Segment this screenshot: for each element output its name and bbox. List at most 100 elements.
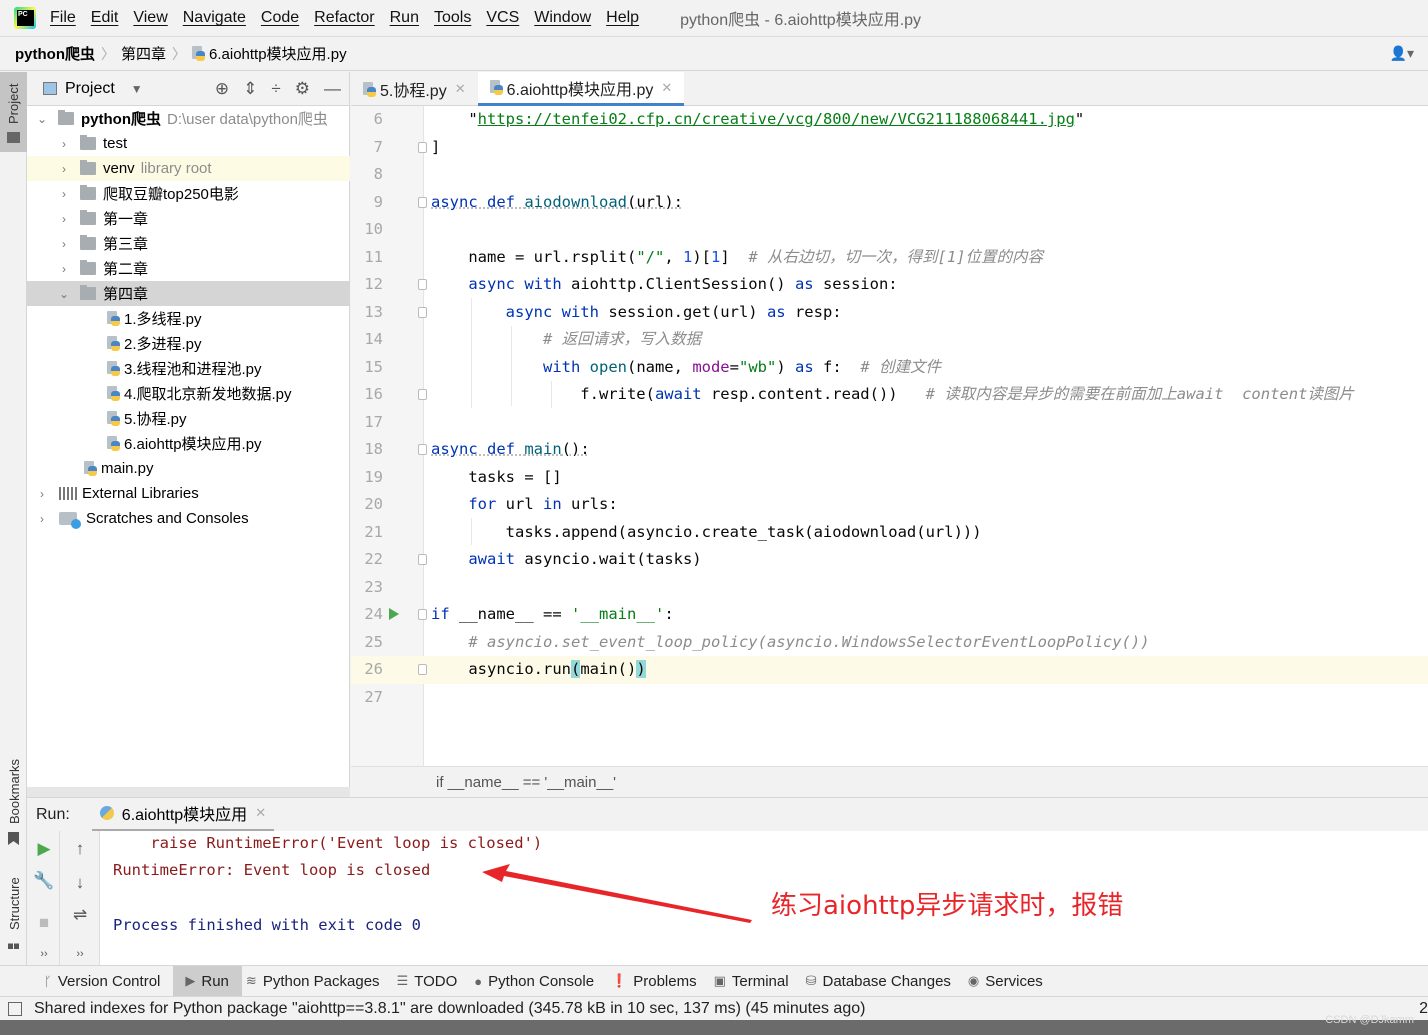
menu-vcs[interactable]: VCS — [486, 9, 519, 27]
run-tab-label: 6.aiohttp模块应用 — [121, 807, 248, 824]
hide-panel-icon[interactable]: — — [324, 79, 341, 99]
expand-all-icon[interactable]: ⇕ — [243, 79, 257, 99]
tree-file[interactable]: 5.协程.py — [27, 406, 350, 431]
code-editor[interactable]: 6 "https://tenfei02.cfp.cn/creative/vcg/… — [351, 106, 1428, 766]
tree-folder-chapter2[interactable]: › 第二章 — [27, 256, 350, 281]
menu-navigate[interactable]: Navigate — [183, 9, 246, 27]
locate-file-icon[interactable]: ⊕ — [215, 79, 229, 99]
tool-python-console[interactable]: ● Python Console — [470, 966, 607, 997]
menu-file[interactable]: File — [50, 9, 76, 27]
stripe-bookmarks-label[interactable]: Bookmarks — [7, 759, 22, 824]
tree-file[interactable]: 6.aiohttp模块应用.py — [27, 431, 350, 456]
python-file-icon — [107, 361, 120, 376]
gear-icon[interactable]: ⚙ — [295, 79, 310, 99]
project-header: Project ▼ ⊕ ⇕ ÷ ⚙ — — [27, 72, 349, 106]
menu-window[interactable]: Window — [534, 9, 591, 27]
tool-python-packages[interactable]: ≋ Python Packages — [242, 966, 393, 997]
code-line: 18 async def main(): — [364, 440, 590, 458]
wrench-icon[interactable]: 🔧 — [32, 869, 56, 893]
breadcrumb-folder[interactable]: 第四章 — [121, 43, 166, 64]
tree-file[interactable]: 4.爬取北京新发地数据.py — [27, 381, 350, 406]
chevron-right-icon[interactable]: › — [58, 137, 70, 151]
chevron-right-icon[interactable]: › — [58, 212, 70, 226]
run-gutter-icon[interactable] — [389, 608, 399, 620]
tab-6-aiohttp[interactable]: 6.aiohttp模块应用.py ✕ — [477, 72, 685, 106]
menu-help[interactable]: Help — [606, 9, 639, 27]
soft-wrap-icon[interactable]: ⇌ — [68, 903, 92, 927]
tool-database-changes[interactable]: ⛁ Database Changes — [802, 966, 964, 997]
python-file-icon — [107, 386, 120, 401]
tree-file[interactable]: 1.多线程.py — [27, 306, 350, 331]
chevron-right-icon[interactable]: › — [58, 187, 70, 201]
chevron-right-icon[interactable]: › — [58, 237, 70, 251]
run-label: Run: — [36, 805, 70, 823]
tree-folder-test[interactable]: › test — [27, 131, 350, 156]
python-file-icon — [107, 436, 120, 451]
tool-terminal[interactable]: ▣ Terminal — [710, 966, 802, 997]
horizontal-scrollbar[interactable] — [27, 787, 350, 797]
tool-version-control[interactable]: ᚴ Version Control — [40, 966, 173, 997]
tool-services[interactable]: ◉ Services — [964, 966, 1056, 997]
menu-refactor[interactable]: Refactor — [314, 9, 374, 27]
dropdown-arrow-icon[interactable]: ▼ — [131, 82, 143, 96]
stop-icon[interactable]: ■ — [32, 911, 56, 935]
code-line: 13 async with session.get(url) as resp: — [364, 302, 842, 321]
close-icon[interactable]: ✕ — [255, 805, 266, 821]
tree-folder-douban[interactable]: › 爬取豆瓣top250电影 — [27, 181, 350, 206]
tool-window-bar: ᚴ Version Control ▶ Run ≋ Python Packages ☰… — [0, 965, 1428, 997]
menu-run[interactable]: Run — [390, 9, 419, 27]
status-message[interactable]: Shared indexes for Python package "aioht… — [34, 1000, 865, 1018]
project-view-selector[interactable]: Project — [65, 80, 115, 98]
close-icon[interactable]: ✕ — [661, 80, 672, 96]
rerun-icon[interactable]: ▶ — [32, 837, 56, 861]
tree-folder-chapter1[interactable]: › 第一章 — [27, 206, 350, 231]
arrow-up-icon[interactable]: ↑ — [68, 837, 92, 861]
stripe-structure-label[interactable]: Structure — [7, 877, 22, 930]
breadcrumb-project[interactable]: python爬虫 — [15, 43, 95, 64]
python-file-icon — [489, 80, 503, 95]
tree-file-main[interactable]: main.py — [27, 456, 350, 481]
chevron-down-icon[interactable]: ⌄ — [36, 112, 48, 126]
tree-external-libraries[interactable]: › External Libraries — [27, 481, 350, 506]
menu-code[interactable]: Code — [261, 9, 299, 27]
editor-breadcrumb[interactable]: if __name__ == '__main__' — [351, 766, 1428, 797]
chevron-down-icon[interactable]: ⌄ — [58, 287, 70, 301]
tool-todo[interactable]: ☰ TODO — [393, 966, 471, 997]
tool-run[interactable]: ▶ Run — [173, 965, 242, 997]
more-icon[interactable]: ›› — [32, 942, 56, 966]
navigation-breadcrumb: python爬虫 〉 第四章 〉 6.aiohttp模块应用.py 👤▾ — [0, 36, 1428, 71]
tree-root[interactable]: ⌄ python爬虫 D:\user data\python爬虫 — [27, 106, 350, 131]
run-config-tab[interactable]: 6.aiohttp模块应用 ✕ — [91, 798, 275, 832]
console-line: raise RuntimeError('Event loop is closed… — [113, 834, 543, 852]
chevron-right-icon[interactable]: › — [58, 162, 70, 176]
tree-folder-venv[interactable]: › venv library root — [27, 156, 350, 181]
console-output[interactable]: raise RuntimeError('Event loop is closed… — [100, 831, 1428, 965]
console-error-line: RuntimeError: Event loop is closed — [113, 861, 431, 879]
user-account-icon[interactable]: 👤▾ — [1390, 45, 1414, 62]
stripe-project-button[interactable]: Project — [0, 72, 27, 152]
more-icon[interactable]: ›› — [68, 942, 92, 966]
folder-label: 第二章 — [103, 261, 149, 278]
close-icon[interactable]: ✕ — [455, 81, 466, 97]
collapse-all-icon[interactable]: ÷ — [271, 79, 280, 99]
menu-edit[interactable]: Edit — [91, 9, 119, 27]
chevron-right-icon[interactable]: › — [36, 487, 48, 501]
tree-folder-chapter4[interactable]: ⌄ 第四章 — [27, 281, 350, 306]
chevron-right-icon[interactable]: › — [58, 262, 70, 276]
menu-tools[interactable]: Tools — [434, 9, 471, 27]
scratches-label: Scratches and Consoles — [86, 510, 249, 527]
tree-folder-chapter3[interactable]: › 第三章 — [27, 231, 350, 256]
tab-5-coroutine[interactable]: 5.协程.py ✕ — [351, 72, 478, 106]
menu-view[interactable]: View — [133, 9, 167, 27]
url-string[interactable]: https://tenfei02.cfp.cn/creative/vcg/800… — [478, 110, 1075, 128]
status-toggle-icon[interactable] — [8, 1001, 22, 1016]
tool-problems[interactable]: ❗ Problems — [607, 966, 710, 997]
breadcrumb-file[interactable]: 6.aiohttp模块应用.py — [209, 43, 347, 64]
tree-file[interactable]: 3.线程池和进程池.py — [27, 356, 350, 381]
arrow-down-icon[interactable]: ↓ — [68, 871, 92, 895]
chevron-right-icon[interactable]: › — [36, 512, 48, 526]
run-toolbar-right: ↑ ↓ ⇌ ›› — [60, 831, 100, 965]
code-line: 6 "https://tenfei02.cfp.cn/creative/vcg/… — [373, 110, 1085, 128]
tree-file[interactable]: 2.多进程.py — [27, 331, 350, 356]
tree-scratches[interactable]: › Scratches and Consoles — [27, 506, 350, 531]
